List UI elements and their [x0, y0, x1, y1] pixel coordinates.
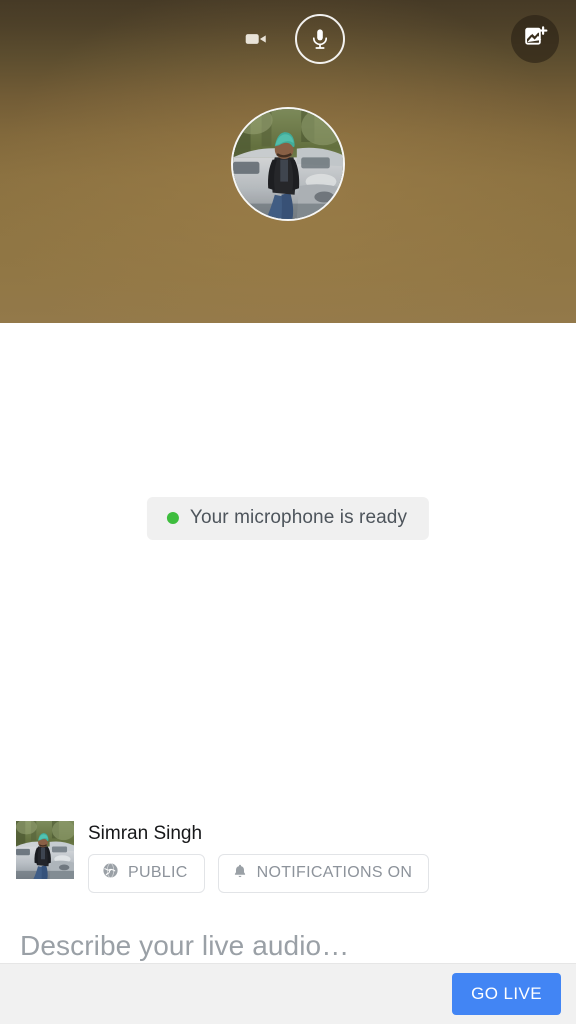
- hero-top-controls: [0, 0, 576, 78]
- go-live-button[interactable]: GO LIVE: [452, 973, 561, 1015]
- video-camera-icon: [243, 26, 269, 52]
- globe-icon: [102, 862, 119, 884]
- composer: Simran Singh PUBLIC NOTIFICATIONS ON Des…: [0, 815, 576, 963]
- audio-mode-button[interactable]: [295, 14, 345, 64]
- description-input[interactable]: Describe your live audio…: [16, 893, 560, 963]
- notifications-chip-label: NOTIFICATIONS ON: [256, 864, 413, 881]
- author-thumbnail[interactable]: [16, 821, 74, 879]
- status-badge: Your microphone is ready: [146, 497, 430, 540]
- add-media-button[interactable]: [511, 15, 559, 63]
- composer-chips: PUBLIC NOTIFICATIONS ON: [88, 854, 430, 893]
- audience-chip-label: PUBLIC: [128, 864, 188, 881]
- avatar: [231, 107, 345, 221]
- live-preview-hero: [0, 0, 576, 323]
- author-name: Simran Singh: [88, 823, 203, 844]
- author-meta: Simran Singh PUBLIC NOTIFICATIONS ON: [88, 821, 430, 893]
- live-audio-composer-screen: Your microphone is ready Simran Singh PU…: [0, 0, 576, 1024]
- status-indicator-dot: [166, 512, 179, 524]
- video-mode-button[interactable]: [231, 14, 281, 64]
- status-badge-label: Your microphone is ready: [189, 507, 408, 528]
- bell-icon: [232, 863, 248, 884]
- microphone-icon: [308, 27, 332, 51]
- audience-chip-public[interactable]: PUBLIC: [88, 854, 205, 893]
- bottom-action-bar: GO LIVE: [0, 963, 576, 1024]
- broadcast-mode-group: [231, 14, 345, 64]
- notifications-chip[interactable]: NOTIFICATIONS ON: [217, 854, 430, 893]
- author-row: Simran Singh PUBLIC NOTIFICATIONS ON: [16, 815, 560, 893]
- stage-area: Your microphone is ready Simran Singh PU…: [0, 323, 576, 963]
- add-image-icon: [523, 24, 548, 54]
